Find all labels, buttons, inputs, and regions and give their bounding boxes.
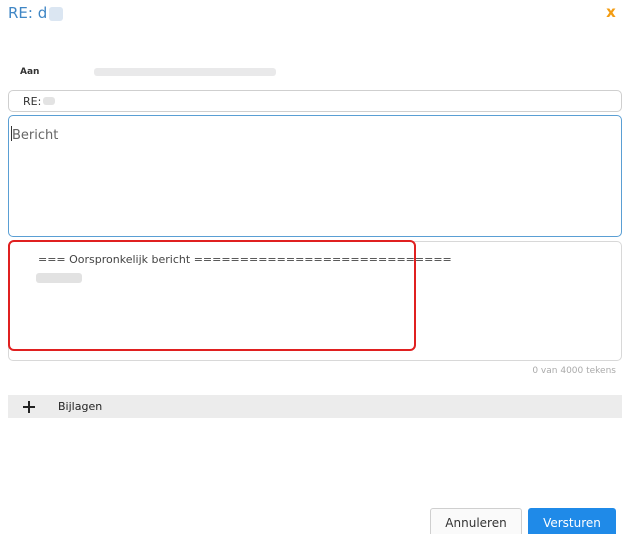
send-button[interactable]: Versturen	[528, 508, 616, 534]
close-icon[interactable]: x	[604, 4, 618, 20]
attachments-label: Bijlagen	[58, 400, 103, 413]
character-counter: 0 van 4000 tekens	[532, 366, 616, 376]
redacted-text	[49, 6, 64, 21]
message-placeholder: Bericht	[12, 128, 59, 143]
highlight-annotation	[8, 240, 416, 351]
recipient-email-redacted	[94, 68, 276, 76]
subject-input[interactable]: RE:	[8, 90, 622, 112]
recipient-label: Aan	[20, 67, 40, 77]
message-textarea[interactable]: Bericht	[8, 115, 622, 237]
plus-icon[interactable]	[20, 398, 38, 416]
cancel-button[interactable]: Annuleren	[430, 508, 522, 534]
recipient-row: Aan	[20, 62, 276, 82]
dialog-title: RE: d	[8, 4, 64, 22]
redacted-text	[43, 97, 56, 105]
dialog-title-text: RE: d	[8, 4, 48, 22]
subject-value: RE:	[23, 94, 42, 108]
attachments-bar[interactable]: Bijlagen	[8, 395, 622, 418]
